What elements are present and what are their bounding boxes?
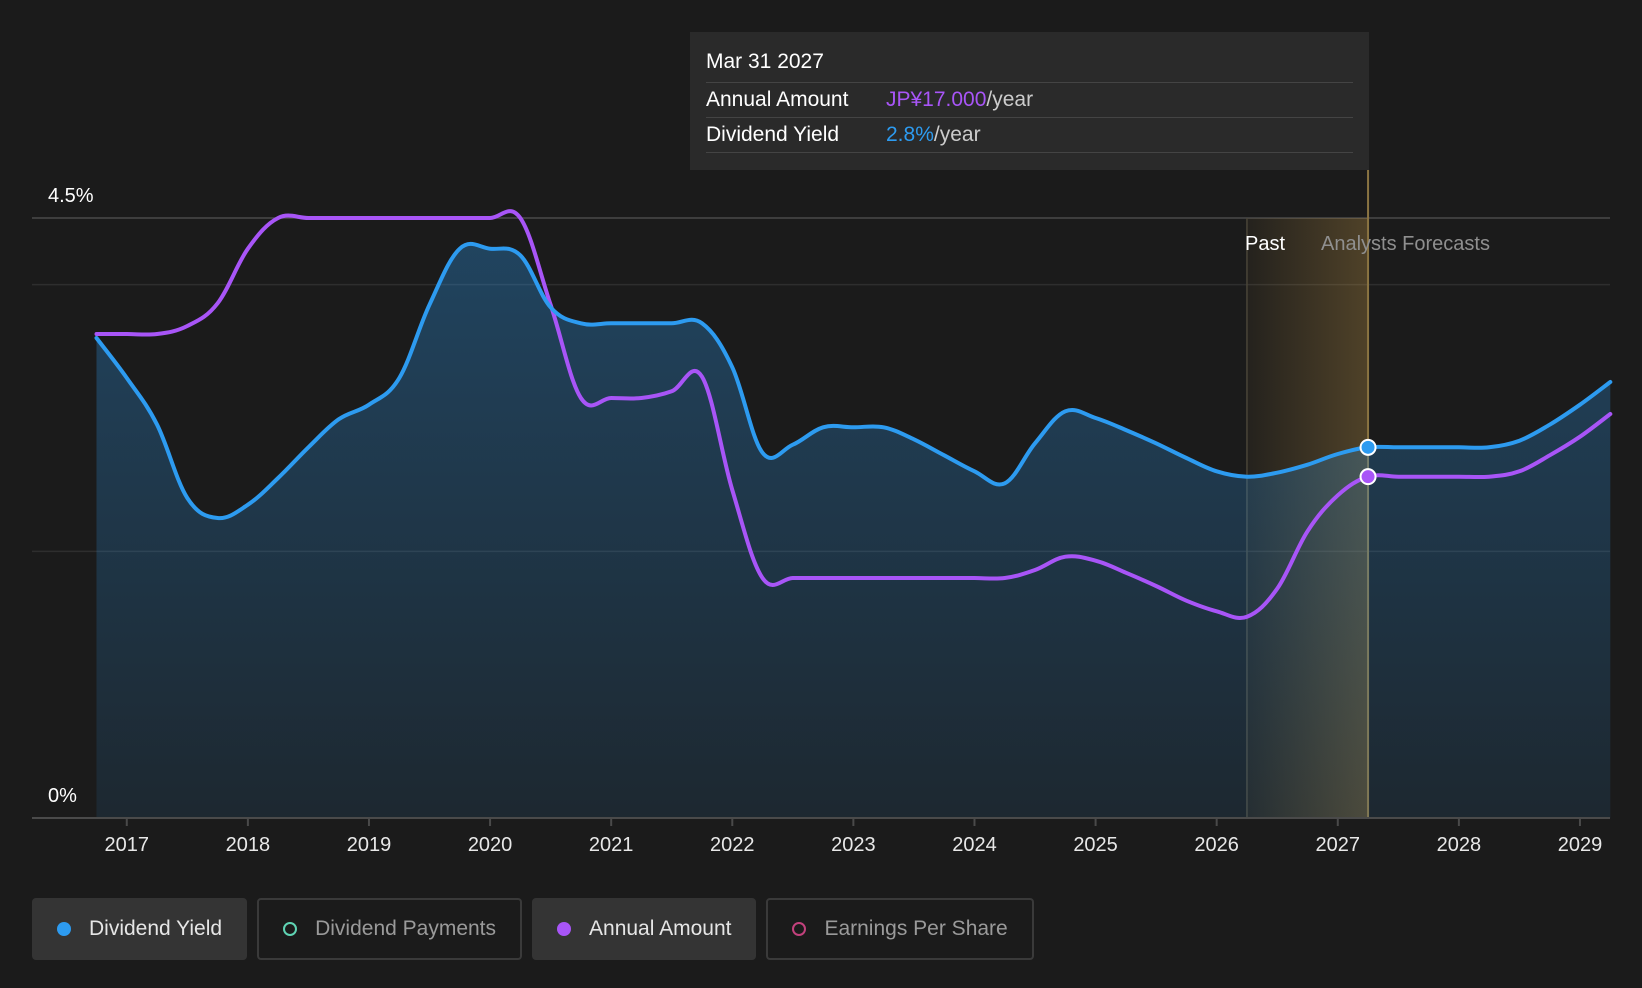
- dividend-chart: 2017 2018 2019 2020 2021 2022 2023 2024 2025 2026…: [0, 0, 1642, 988]
- dividend-yield-dot-icon: [57, 922, 71, 936]
- tooltip-date: Mar 31 2027: [706, 46, 1353, 83]
- x-tick-label: 2019: [347, 834, 392, 856]
- x-tick-label: 2029: [1558, 834, 1603, 856]
- legend-dividend-yield-button[interactable]: Dividend Yield: [32, 898, 248, 960]
- legend-label: Annual Amount: [589, 917, 732, 940]
- past-label: Past: [1245, 233, 1285, 255]
- x-tick-label: 2028: [1437, 834, 1482, 856]
- x-tick-label: 2017: [105, 834, 150, 856]
- x-tick-label: 2024: [952, 834, 997, 856]
- legend-dividend-payments-button[interactable]: Dividend Payments: [257, 898, 523, 960]
- tooltip-row-annual-amount: Annual Amount JP¥17.000 /year: [706, 83, 1353, 118]
- tooltip-label: Annual Amount: [706, 88, 849, 111]
- earnings-per-share-ring-icon: [792, 922, 807, 936]
- tooltip-unit: /year: [933, 123, 981, 146]
- x-tick-label: 2023: [831, 834, 876, 856]
- legend-label: Earnings Per Share: [824, 917, 1008, 940]
- tooltip-label: Dividend Yield: [706, 123, 840, 146]
- annual-amount-marker: [1359, 468, 1377, 486]
- tooltip-row-dividend-yield: Dividend Yield 2.8% /year: [706, 118, 1353, 153]
- y-axis-label-bottom: 0%: [48, 785, 77, 807]
- legend: Dividend Yield Dividend Payments Annual …: [32, 898, 1034, 960]
- x-tick-label: 2022: [710, 834, 755, 856]
- x-tick-label: 2025: [1073, 834, 1118, 856]
- legend-label: Dividend Payments: [315, 917, 497, 940]
- x-tick-label: 2027: [1316, 834, 1361, 856]
- dividend-yield-marker: [1359, 438, 1377, 456]
- x-tick-label: 2018: [226, 834, 271, 856]
- legend-label: Dividend Yield: [89, 917, 223, 940]
- annual-amount-dot-icon: [557, 922, 572, 936]
- legend-annual-amount-button[interactable]: Annual Amount: [532, 898, 757, 960]
- dividend-yield-area: [96, 243, 1611, 818]
- tooltip: Mar 31 2027 Annual Amount JP¥17.000 /yea…: [690, 32, 1369, 170]
- tooltip-value: 2.8%: [886, 123, 934, 146]
- x-axis: 2017 2018 2019 2020 2021 2022 2023 2024 2025 2026…: [32, 817, 1610, 856]
- x-tick-label: 2021: [589, 834, 634, 856]
- forecast-label: Analysts Forecasts: [1321, 233, 1490, 255]
- x-tick-label: 2020: [468, 834, 513, 856]
- yield-area: [96, 243, 1611, 818]
- tooltip-value: JP¥17.000: [886, 88, 987, 111]
- dividend-payments-ring-icon: [283, 922, 298, 936]
- tooltip-unit: /year: [986, 88, 1034, 111]
- y-axis-label-top: 4.5%: [48, 185, 94, 207]
- legend-earnings-per-share-button[interactable]: Earnings Per Share: [766, 898, 1034, 960]
- x-tick-label: 2026: [1194, 834, 1239, 856]
